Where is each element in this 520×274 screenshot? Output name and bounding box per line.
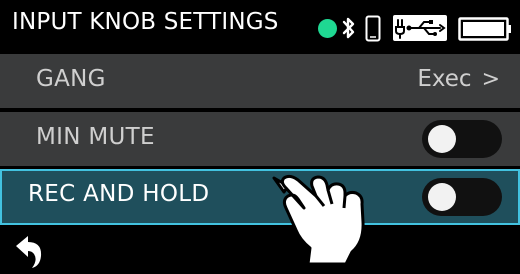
menu-item-gang[interactable]: GANG Exec > bbox=[0, 54, 520, 108]
menu-item-label: REC AND HOLD bbox=[28, 181, 210, 207]
usb-icon bbox=[393, 15, 447, 41]
phone-icon bbox=[365, 15, 381, 42]
rec-and-hold-toggle[interactable] bbox=[422, 178, 502, 216]
gang-value: Exec > bbox=[417, 66, 500, 92]
page-title: INPUT KNOB SETTINGS bbox=[12, 9, 279, 35]
input-knob-settings-screen: INPUT KNOB SETTINGS GANG Exec > MIN MUTE… bbox=[0, 0, 520, 274]
menu-item-label: MIN MUTE bbox=[36, 124, 155, 150]
chevron-right-icon: > bbox=[481, 67, 500, 92]
menu-item-label: GANG bbox=[36, 66, 106, 92]
battery-icon bbox=[458, 17, 511, 41]
status-indicator bbox=[318, 19, 337, 38]
tapping-hand-icon bbox=[272, 174, 365, 266]
menu-item-min-mute[interactable]: MIN MUTE bbox=[0, 112, 520, 166]
bluetooth-icon bbox=[342, 17, 355, 39]
status-header: INPUT KNOB SETTINGS bbox=[0, 0, 520, 53]
menu-item-rec-and-hold[interactable]: REC AND HOLD bbox=[0, 169, 520, 225]
footer-bar bbox=[0, 228, 520, 274]
back-arrow-icon[interactable] bbox=[8, 232, 48, 270]
toggle-knob bbox=[428, 183, 456, 211]
toggle-knob bbox=[428, 125, 456, 153]
min-mute-toggle[interactable] bbox=[422, 120, 502, 158]
gang-exec-value: Exec bbox=[417, 66, 472, 92]
